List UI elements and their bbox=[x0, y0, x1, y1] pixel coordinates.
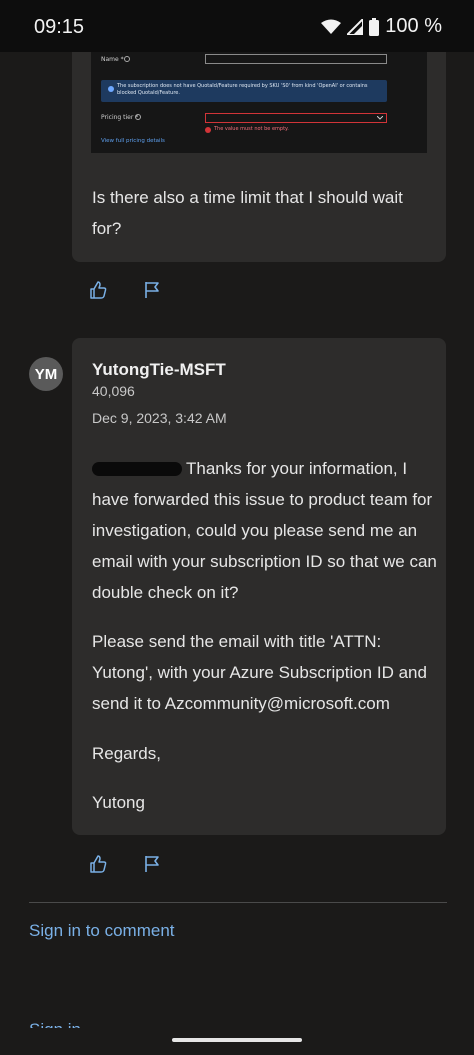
info-small-icon bbox=[135, 114, 141, 120]
battery-percent: 100 % bbox=[385, 15, 442, 37]
answer-paragraph-4: Yutong bbox=[92, 793, 145, 812]
error-icon bbox=[205, 127, 211, 133]
es-pricing-link: View full pricing details bbox=[101, 138, 165, 144]
post-date: Dec 9, 2023, 3:42 AM bbox=[92, 410, 227, 426]
author-reputation: 40,096 bbox=[92, 383, 135, 399]
thumbs-up-icon[interactable] bbox=[88, 280, 108, 300]
es-pricing-label: Pricing tier * bbox=[101, 114, 139, 121]
home-indicator[interactable] bbox=[172, 1038, 302, 1042]
embedded-screenshot[interactable]: Name * The subscription does not have Qu… bbox=[91, 52, 427, 153]
avatar[interactable]: YM bbox=[29, 357, 63, 391]
flag-icon[interactable] bbox=[142, 280, 162, 300]
partial-sign-in-link[interactable]: Sign in bbox=[29, 1020, 81, 1028]
status-icons: 100 % bbox=[321, 15, 442, 38]
es-error-text: The value must not be empty. bbox=[214, 126, 289, 132]
status-bar: 09:15 100 % bbox=[0, 0, 474, 52]
question-text: Is there also a time limit that I should… bbox=[92, 188, 403, 238]
es-name-label: Name * bbox=[101, 56, 124, 63]
author-name[interactable]: YutongTie-MSFT bbox=[92, 360, 226, 380]
sign-in-to-comment-link[interactable]: Sign in to comment bbox=[29, 921, 175, 941]
thumbs-up-icon[interactable] bbox=[88, 854, 108, 874]
chevron-down-icon bbox=[377, 116, 383, 120]
cell-signal-icon bbox=[347, 18, 364, 35]
status-time: 09:15 bbox=[34, 16, 85, 38]
wifi-icon bbox=[321, 19, 342, 34]
redacted-mention bbox=[92, 462, 182, 476]
es-name-input bbox=[205, 54, 387, 64]
answer-paragraph-2: Please send the email with title 'ATTN: … bbox=[92, 632, 427, 713]
es-info-text: The subscription does not have QuotaId/F… bbox=[117, 83, 368, 96]
es-pricing-select bbox=[205, 113, 387, 123]
info-icon bbox=[108, 86, 114, 92]
battery-icon bbox=[369, 17, 380, 36]
answer-paragraph-3: Regards, bbox=[92, 744, 161, 763]
answer-paragraph-1-text: Thanks for your information, I have forw… bbox=[92, 459, 437, 602]
flag-icon[interactable] bbox=[142, 854, 162, 874]
info-small-icon bbox=[124, 56, 130, 62]
answer-paragraph-1: Thanks for your information, I have forw… bbox=[92, 453, 437, 608]
divider bbox=[29, 902, 447, 903]
